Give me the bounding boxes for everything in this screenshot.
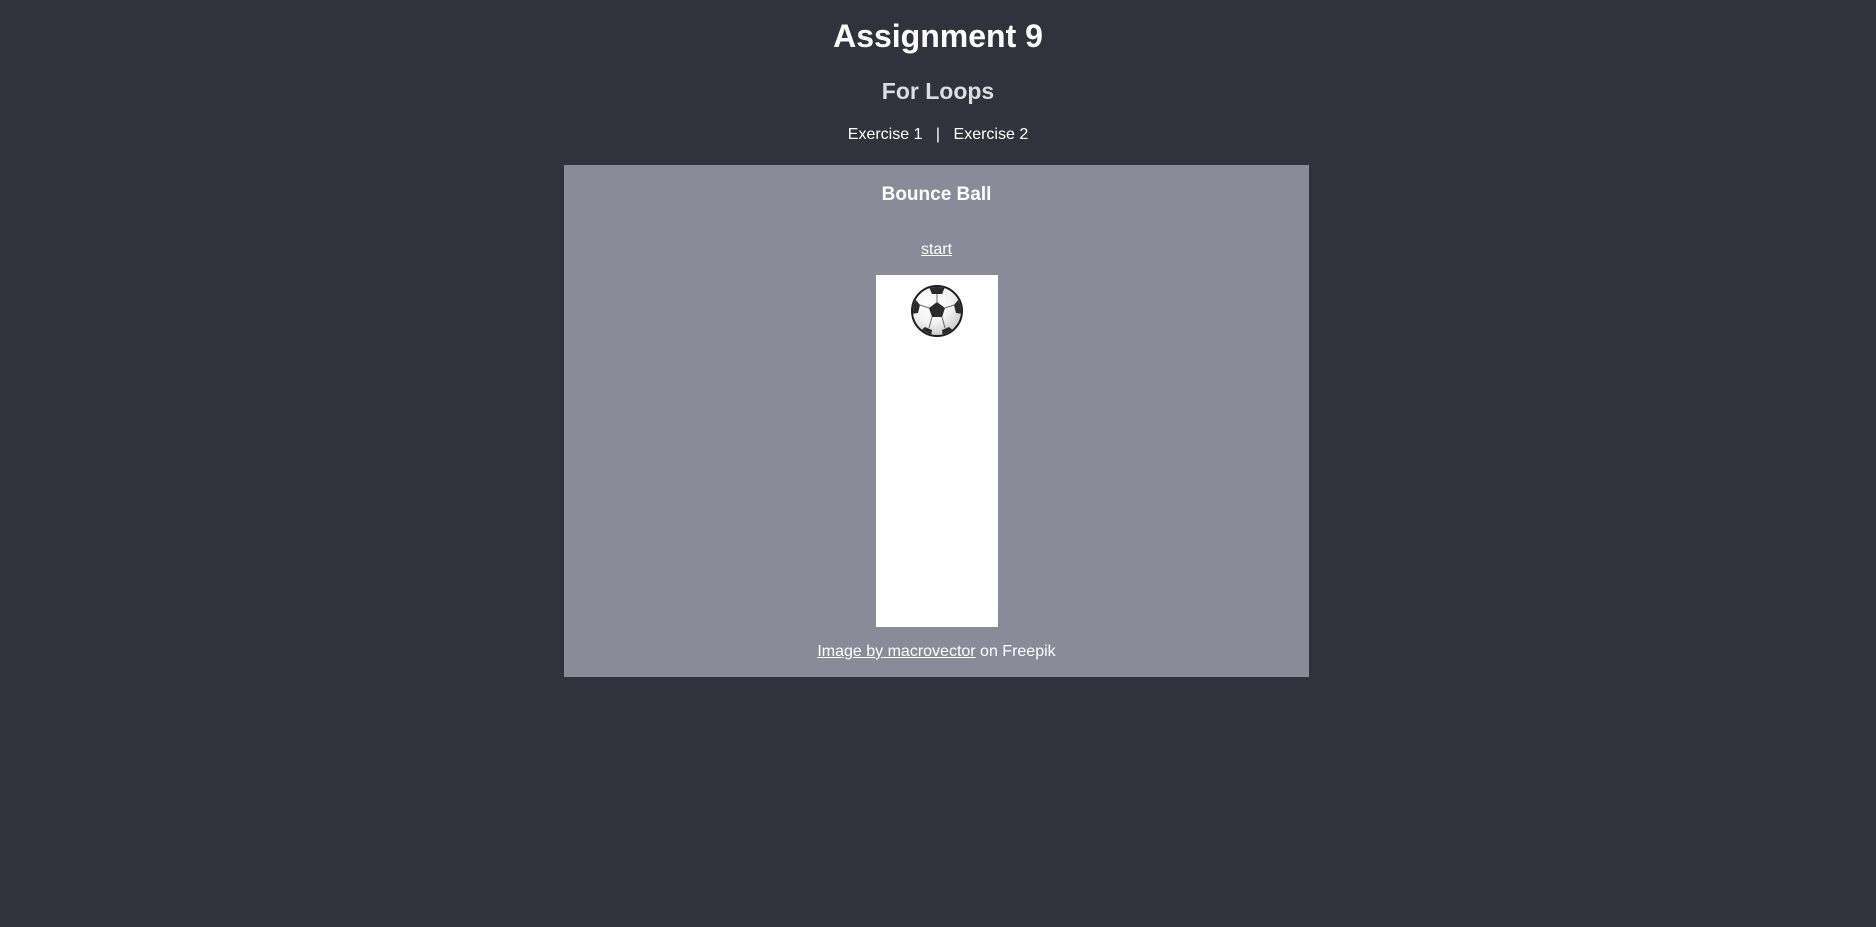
bounce-ball-panel: Bounce Ball start Image by macrovector o… xyxy=(564,165,1309,677)
start-link-row: start xyxy=(564,240,1309,260)
panel-title: Bounce Ball xyxy=(881,184,992,205)
image-credit-suffix: on Freepik xyxy=(975,643,1056,660)
image-credit-link[interactable]: Image by macrovector xyxy=(817,643,975,660)
start-link[interactable]: start xyxy=(921,241,952,258)
image-credit: Image by macrovector on Freepik xyxy=(564,641,1309,663)
page-title: Assignment 9 xyxy=(833,18,1043,54)
ball-track xyxy=(876,275,998,627)
soccer-ball-icon xyxy=(911,285,963,337)
exercise-nav: Exercise 1 | Exercise 2 xyxy=(0,124,1876,146)
page-subtitle: For Loops xyxy=(881,78,995,104)
nav-separator: | xyxy=(935,126,941,143)
nav-link-exercise-1[interactable]: Exercise 1 xyxy=(848,126,923,143)
soccer-ball-pattern xyxy=(913,287,961,335)
nav-link-exercise-2[interactable]: Exercise 2 xyxy=(954,126,1029,143)
